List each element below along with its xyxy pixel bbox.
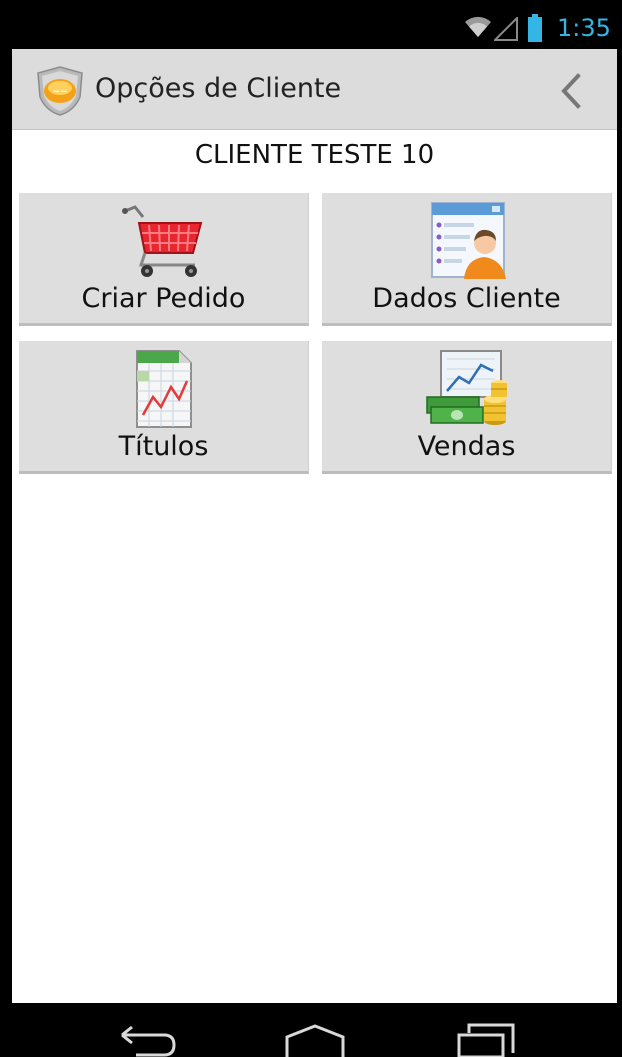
client-name: CLIENTE TESTE 10 xyxy=(194,140,435,170)
device-frame-right xyxy=(617,0,622,1057)
spreadsheet-chart-icon xyxy=(135,350,192,428)
dados-cliente-button[interactable]: Dados Cliente xyxy=(322,193,612,326)
svg-text:~~: ~~ xyxy=(52,87,67,97)
device-frame-top xyxy=(0,0,622,8)
shopping-cart-icon xyxy=(121,205,202,277)
criar-pedido-button[interactable]: Criar Pedido xyxy=(19,193,309,326)
signal-icon xyxy=(494,17,518,41)
criar-pedido-label: Criar Pedido xyxy=(81,283,246,314)
battery-icon xyxy=(528,14,542,42)
screen-title: Opções de Cliente xyxy=(95,73,342,104)
titulos-button[interactable]: Títulos xyxy=(19,341,309,474)
vendas-label: Vendas xyxy=(417,431,516,462)
vendas-button[interactable]: Vendas xyxy=(322,341,612,474)
action-bar: ~~ Opções de Cliente xyxy=(12,49,617,130)
back-arrow-icon[interactable] xyxy=(116,1023,178,1057)
recent-apps-icon[interactable] xyxy=(455,1023,517,1057)
app-logo-icon: ~~ xyxy=(37,66,83,116)
navigation-bar xyxy=(0,1003,622,1057)
clock: 1:35 xyxy=(557,14,611,42)
dados-cliente-label: Dados Cliente xyxy=(372,283,561,314)
status-bar: 1:35 xyxy=(12,8,617,49)
titulos-label: Títulos xyxy=(118,431,209,462)
chevron-left-icon[interactable] xyxy=(558,73,584,109)
sales-chart-money-icon xyxy=(425,350,507,425)
home-icon[interactable] xyxy=(283,1023,347,1057)
client-card-icon xyxy=(430,202,506,279)
device-frame-left xyxy=(0,0,12,1057)
wifi-icon xyxy=(465,16,491,37)
